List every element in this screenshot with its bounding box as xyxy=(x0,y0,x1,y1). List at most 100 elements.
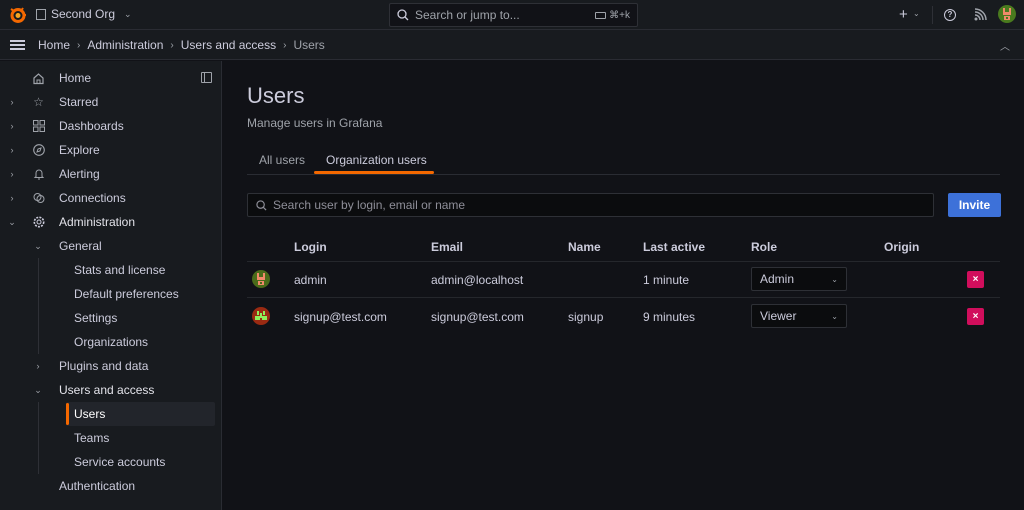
building-icon xyxy=(36,8,46,20)
user-search-input[interactable] xyxy=(273,198,873,212)
breadcrumb-separator: › xyxy=(283,39,287,51)
delete-user-button[interactable]: × xyxy=(967,308,984,325)
tab-all-users[interactable]: All users xyxy=(259,153,305,167)
column-header-origin[interactable]: Origin xyxy=(884,240,919,254)
breadcrumb-bar: Home › Administration › Users and access… xyxy=(0,30,1024,60)
column-header-role[interactable]: Role xyxy=(751,240,777,254)
chevron-down-icon: ⌄ xyxy=(124,8,132,19)
gear-icon xyxy=(32,216,45,229)
user-last-active: 1 minute xyxy=(643,273,690,287)
dock-menu-icon[interactable] xyxy=(201,72,212,83)
grafana-logo-icon[interactable] xyxy=(8,5,28,25)
breadcrumb: Home › Administration › Users and access… xyxy=(38,38,325,52)
sidebar-item-label: General xyxy=(59,239,102,253)
sidebar-item-label: Explore xyxy=(59,143,100,157)
role-value: Admin xyxy=(760,272,795,286)
chevron-down-icon[interactable]: ⌄ xyxy=(8,217,16,228)
breadcrumb-home[interactable]: Home xyxy=(38,38,70,52)
sidebar-item-label: Plugins and data xyxy=(59,359,149,373)
sidebar-item-settings[interactable]: Settings xyxy=(0,306,222,330)
user-name: signup xyxy=(568,310,604,324)
row-divider xyxy=(247,261,1000,262)
sidebar-item-plugins-and-data[interactable]: › Plugins and data xyxy=(0,354,222,378)
sidebar-item-label: Users and access xyxy=(59,383,155,397)
sidebar-item-users[interactable]: Users xyxy=(66,402,215,426)
add-new-button[interactable]: + xyxy=(899,6,908,23)
user-avatar[interactable] xyxy=(998,5,1016,23)
user-email: signup@test.com xyxy=(431,310,524,324)
sidebar-item-connections[interactable]: › Connections xyxy=(0,186,222,210)
collapse-header-icon[interactable]: ︿ xyxy=(1000,38,1010,53)
sidebar-item-explore[interactable]: › Explore xyxy=(0,138,222,162)
chevron-down-icon[interactable]: ⌄ xyxy=(34,385,42,396)
chevron-down-icon[interactable]: ⌄ xyxy=(34,241,42,252)
invite-button[interactable]: Invite xyxy=(948,193,1001,217)
breadcrumb-users-and-access[interactable]: Users and access xyxy=(181,38,276,52)
sidebar-item-label: Users xyxy=(74,407,106,421)
sidebar-item-authentication[interactable]: Authentication xyxy=(0,474,222,498)
connections-icon xyxy=(32,192,45,205)
sidebar-item-label: Teams xyxy=(74,431,110,445)
search-placeholder: Search or jump to... xyxy=(415,8,520,22)
sidebar-item-users-and-access[interactable]: ⌄ Users and access xyxy=(0,378,222,402)
org-name: Second Org xyxy=(51,7,116,21)
divider xyxy=(932,6,933,24)
column-header-email[interactable]: Email xyxy=(431,240,463,254)
news-feed-icon[interactable] xyxy=(973,8,987,22)
sidebar-item-alerting[interactable]: › Alerting xyxy=(0,162,222,186)
compass-icon xyxy=(32,144,45,157)
breadcrumb-separator: › xyxy=(170,39,174,51)
role-select[interactable]: Viewer ⌄ xyxy=(751,304,847,328)
column-header-name[interactable]: Name xyxy=(568,240,601,254)
chevron-right-icon[interactable]: › xyxy=(8,97,16,107)
tab-organization-users[interactable]: Organization users xyxy=(326,153,427,167)
chevron-right-icon[interactable]: › xyxy=(8,169,16,179)
active-tab-indicator xyxy=(314,171,434,174)
avatar xyxy=(252,270,270,288)
sidebar-item-stats-and-license[interactable]: Stats and license xyxy=(0,258,222,282)
sidebar-item-service-accounts[interactable]: Service accounts xyxy=(0,450,222,474)
page-title: Users xyxy=(247,83,305,108)
chevron-right-icon[interactable]: › xyxy=(8,145,16,155)
sidebar-item-label: Dashboards xyxy=(59,119,124,133)
org-switcher[interactable]: Second Org ⌄ xyxy=(36,7,132,21)
sidebar-item-general[interactable]: ⌄ General xyxy=(0,234,222,258)
breadcrumb-current: Users xyxy=(293,38,325,52)
keyboard-shortcut: ⌘+k xyxy=(595,10,630,21)
sidebar-item-administration[interactable]: ⌄ Administration xyxy=(0,210,222,234)
user-last-active: 9 minutes xyxy=(643,310,696,324)
sidebar-item-home[interactable]: Home xyxy=(0,66,222,90)
user-search-field[interactable] xyxy=(247,193,934,217)
sidebar-item-label: Stats and license xyxy=(74,263,166,277)
row-divider xyxy=(247,297,1000,298)
role-select[interactable]: Admin ⌄ xyxy=(751,267,847,291)
chevron-down-icon[interactable]: ⌄ xyxy=(913,9,920,18)
sidebar-item-label: Starred xyxy=(59,95,99,109)
sidebar-item-organizations[interactable]: Organizations xyxy=(0,330,222,354)
chevron-right-icon[interactable]: › xyxy=(34,361,42,371)
chevron-down-icon: ⌄ xyxy=(831,274,838,284)
delete-user-button[interactable]: × xyxy=(967,271,984,288)
menu-toggle-icon[interactable] xyxy=(10,40,25,50)
sidebar-item-starred[interactable]: › ☆ Starred xyxy=(0,90,222,114)
chevron-right-icon[interactable]: › xyxy=(8,193,16,203)
keyboard-icon xyxy=(595,11,607,19)
search-icon xyxy=(397,9,409,21)
sidebar-item-label: Alerting xyxy=(59,167,100,181)
chevron-right-icon[interactable]: › xyxy=(8,121,16,131)
sidebar-item-default-preferences[interactable]: Default preferences xyxy=(0,282,222,306)
global-search[interactable]: Search or jump to... ⌘+k xyxy=(389,3,638,27)
breadcrumb-administration[interactable]: Administration xyxy=(87,38,163,52)
column-header-last-active[interactable]: Last active xyxy=(643,240,705,254)
column-header-login[interactable]: Login xyxy=(294,240,327,254)
sidebar-item-dashboards[interactable]: › Dashboards xyxy=(0,114,222,138)
shortcut-text: ⌘+k xyxy=(609,9,630,21)
sidebar-item-label: Organizations xyxy=(74,335,149,349)
top-bar: Second Org ⌄ Search or jump to... ⌘+k + … xyxy=(0,0,1024,30)
sidebar-item-label: Connections xyxy=(59,191,126,205)
sidebar-item-teams[interactable]: Teams xyxy=(0,426,222,450)
star-icon: ☆ xyxy=(33,95,44,109)
user-login: admin xyxy=(294,273,327,287)
help-icon[interactable]: ? xyxy=(944,9,956,21)
home-icon xyxy=(32,72,45,85)
